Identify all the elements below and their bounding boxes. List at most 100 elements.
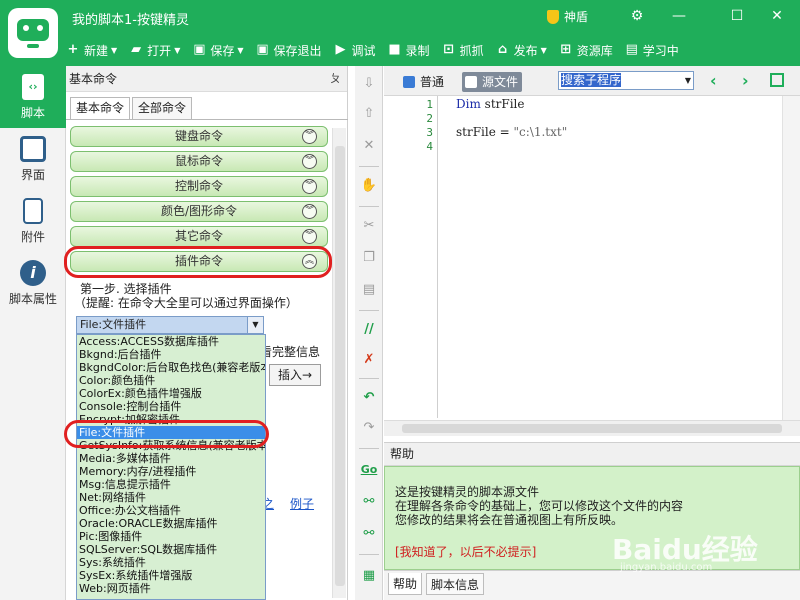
pin-icon[interactable]: ㄆ [330, 66, 341, 92]
highlight-ring-plugin [64, 246, 332, 278]
tab-basic-commands[interactable]: 基本命令 [70, 97, 131, 119]
title-bar: 我的脚本1-按键精灵 神盾 ⚙ — ☐ ✕ + 新建 ▼ ▰ 打开 ▼ ▣ 保存 ▼ ▣ 保存… [0, 0, 800, 66]
line-gutter: 1 2 3 4 [384, 96, 438, 418]
copy-icon[interactable]: ❐ [359, 248, 379, 268]
learn-button[interactable]: ▤ 学习中 [625, 42, 679, 59]
goto-icon[interactable]: Go [359, 460, 379, 480]
highlight-ring-file-plugin [64, 420, 269, 448]
normal-view-icon [403, 76, 415, 88]
panel-tabs: 基本命令 全部命令 [70, 97, 194, 119]
publish-button[interactable]: ⌂ 发布 ▼ [496, 42, 547, 59]
hand-icon[interactable]: ✋ [359, 176, 379, 196]
ui-grid-icon [20, 136, 46, 162]
full-info-label: 看完整信息 [260, 345, 321, 359]
capture-button[interactable]: ⊡ 抓抓 [442, 42, 483, 59]
dropdown-option[interactable]: Memory:内存/进程插件 [77, 465, 265, 478]
nav-item-ui[interactable]: 界面 [0, 128, 66, 190]
dropdown-option[interactable]: Bkgnd:后台插件 [77, 348, 265, 361]
open-button[interactable]: ▰ 打开 ▼ [129, 42, 180, 59]
subroutine-search[interactable]: 搜索子程序 ▼ [558, 71, 694, 90]
editor-vscroll[interactable] [782, 96, 800, 420]
dropdown-option[interactable]: SQLServer:SQL数据库插件 [77, 543, 265, 556]
dropdown-option[interactable]: Office:办公文档插件 [77, 504, 265, 517]
dropdown-option[interactable]: Color:颜色插件 [77, 374, 265, 387]
close-button[interactable]: ✕ [766, 6, 788, 26]
command-panel: 基本命令 ㄆ 基本命令 全部命令 键盘命令 ︾ 鼠标命令 ︾ 控制命令 ︾ 颜色/图形… [64, 66, 348, 600]
maximize-button[interactable]: ☐ [726, 6, 748, 26]
record-button[interactable]: ■ 录制 [388, 42, 429, 59]
replace-icon[interactable]: ⚯ [359, 524, 379, 544]
category-other[interactable]: 其它命令 ︾ [70, 226, 328, 247]
play-icon: ▶ [335, 42, 346, 57]
panel-scrollbar[interactable] [332, 128, 346, 598]
toolbar: + 新建 ▼ ▰ 打开 ▼ ▣ 保存 ▼ ▣ 保存退出 ▶ 调试 ■ 录制 ⊡ 抓抓 ⌂ 发布 ▼ ⊞ 资… [66, 36, 691, 64]
undo-icon[interactable]: ↶ [359, 388, 379, 408]
app-logo-icon [8, 8, 58, 58]
chevron-down-icon[interactable]: ▼ [247, 317, 263, 333]
new-button[interactable]: + 新建 ▼ [66, 42, 118, 59]
dropdown-option[interactable]: Net:网络插件 [77, 491, 265, 504]
plugin-select[interactable]: File:文件插件 ▼ [76, 316, 264, 334]
help-tabs: 帮助 脚本信息 [384, 570, 800, 600]
delete-icon[interactable]: ✕ [359, 136, 379, 156]
example-link[interactable]: 例子 [290, 495, 314, 512]
dropdown-option[interactable]: BkgndColor:后台取色找色(兼容老版本) [77, 361, 265, 374]
redo-icon[interactable]: ↷ [359, 418, 379, 438]
tab-all-commands[interactable]: 全部命令 [132, 97, 193, 119]
dismiss-tip-link[interactable]: [我知道了，以后不必提示] [395, 543, 536, 560]
move-down-icon[interactable]: ⇩ [359, 74, 379, 94]
attachment-icon [23, 198, 43, 224]
dropdown-option[interactable]: Msg:信息提示插件 [77, 478, 265, 491]
code-editor[interactable]: 1 2 3 4 Dim strFile strFile = "c:\1.txt" [384, 96, 800, 436]
category-color-graphics[interactable]: 颜色/图形命令 ︾ [70, 201, 328, 222]
category-control[interactable]: 控制命令 ︾ [70, 176, 328, 197]
mode-normal-button[interactable]: 普通 [400, 72, 448, 92]
nav-item-script[interactable]: ‹› 脚本 [0, 66, 66, 128]
dropdown-option[interactable]: Console:控制台插件 [77, 400, 265, 413]
dropdown-option[interactable]: Sys:系统插件 [77, 556, 265, 569]
shield-button[interactable]: 神盾 [547, 8, 588, 25]
dropdown-option[interactable]: SysEx:系统插件增强版 [77, 569, 265, 582]
minimize-button[interactable]: — [668, 6, 690, 26]
dropdown-option[interactable]: ColorEx:颜色插件增强版 [77, 387, 265, 400]
category-keyboard[interactable]: 键盘命令 ︾ [70, 126, 328, 147]
shield-label: 神盾 [564, 10, 589, 24]
dropdown-option[interactable]: Access:ACCESS数据库插件 [77, 335, 265, 348]
left-nav: ‹› 脚本 界面 附件 i 脚本属性 [0, 66, 66, 600]
layout-grid-icon[interactable] [770, 73, 784, 87]
dropdown-option[interactable]: Web:网页插件 [77, 582, 265, 595]
find-icon[interactable]: ⚯ [359, 492, 379, 512]
prev-arrow-icon[interactable]: ‹ [710, 71, 717, 90]
cut-icon[interactable]: ✂ [359, 216, 379, 236]
debug-button[interactable]: ▶ 调试 [334, 42, 376, 59]
library-button[interactable]: ⊞ 资源库 [559, 42, 612, 59]
comment-icon[interactable]: // [359, 320, 379, 340]
dropdown-option[interactable]: Oracle:ORACLE数据库插件 [77, 517, 265, 530]
category-mouse[interactable]: 鼠标命令 ︾ [70, 151, 328, 172]
gear-icon[interactable]: ⚙ [626, 6, 648, 26]
chevron-down-icon: ︾ [302, 129, 317, 144]
script-file-icon: ‹› [22, 74, 44, 100]
mode-source-button[interactable]: 源文件 [462, 72, 523, 92]
source-view-icon [465, 76, 477, 88]
next-arrow-icon[interactable]: › [742, 71, 749, 90]
uncomment-icon[interactable]: ✗ [359, 350, 379, 370]
info-icon: i [20, 260, 46, 286]
dropdown-option[interactable]: Pic:图像插件 [77, 530, 265, 543]
insert-button[interactable]: 插入→ [269, 364, 321, 386]
nav-item-attachment[interactable]: 附件 [0, 190, 66, 252]
panel-title: 基本命令 [69, 72, 118, 86]
nav-item-properties[interactable]: i 脚本属性 [0, 252, 66, 314]
tab-help[interactable]: 帮助 [388, 573, 423, 595]
dropdown-option[interactable]: Media:多媒体插件 [77, 452, 265, 465]
panel-header: 基本命令 ㄆ [66, 66, 347, 92]
script-list-icon[interactable]: ▦ [359, 566, 379, 586]
chevron-down-icon[interactable]: ▼ [685, 72, 691, 89]
save-exit-button[interactable]: ▣ 保存退出 [256, 42, 321, 59]
tab-script-info[interactable]: 脚本信息 [426, 573, 485, 595]
record-icon: ■ [388, 42, 401, 57]
move-up-icon[interactable]: ⇧ [359, 104, 379, 124]
save-button[interactable]: ▣ 保存 ▼ [192, 42, 243, 59]
editor-hscroll[interactable] [384, 420, 800, 436]
paste-icon[interactable]: ▤ [359, 280, 379, 300]
